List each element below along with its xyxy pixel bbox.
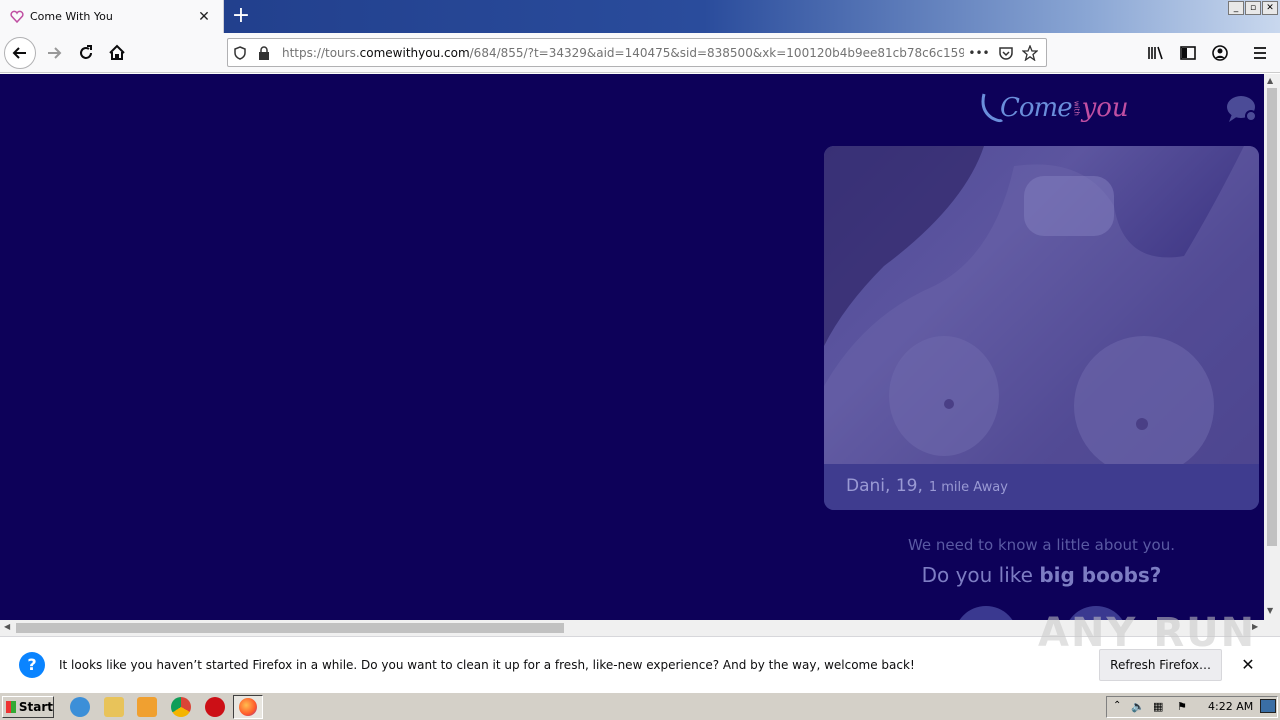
question-bold: big boobs? [1039, 563, 1162, 587]
volume-icon[interactable]: 🔈 [1131, 700, 1145, 713]
url-domain: comewithyou.com [359, 45, 470, 60]
reload-button[interactable] [70, 37, 102, 69]
restore-window-button[interactable]: ▫ [1245, 1, 1261, 15]
account-icon [1212, 45, 1228, 61]
profile-card[interactable]: Dani, 19, 1 mile Away [824, 146, 1259, 510]
scroll-down-arrow-icon[interactable]: ▼ [1267, 606, 1273, 615]
firefox-taskbar-button[interactable] [233, 695, 263, 719]
question-icon: ? [19, 651, 45, 678]
url-prefix: https://tours. [282, 45, 360, 60]
chrome-icon[interactable] [171, 697, 191, 717]
tab-come-with-you[interactable]: Come With You ✕ [0, 0, 224, 33]
tab-title: Come With You [30, 10, 113, 23]
sidebar-icon [1180, 46, 1196, 60]
profile-distance: 1 mile Away [928, 480, 1008, 495]
home-button[interactable] [101, 37, 133, 69]
profile-info: Dani, 19, 1 mile Away [824, 464, 1259, 510]
new-tab-button[interactable]: + [228, 4, 254, 30]
library-button[interactable] [1140, 37, 1172, 69]
taskbar-clock[interactable]: 4:22 AM [1208, 700, 1253, 713]
reload-icon [80, 45, 92, 59]
hamburger-menu-icon [1254, 47, 1266, 59]
forward-arrow-icon [48, 47, 62, 59]
url-text[interactable]: https://tours.comewithyou.com/684/855/?t… [282, 46, 964, 60]
profile-photo [824, 146, 1259, 476]
back-arrow-icon [12, 47, 26, 59]
scroll-up-arrow-icon[interactable]: ▲ [1267, 76, 1273, 85]
horizontal-scroll-thumb[interactable] [16, 623, 564, 633]
page-content: Come with you Dani, 19, 1 mile Away We n… [0, 74, 1264, 620]
heart-favicon-icon [10, 10, 24, 24]
tracking-shield-icon[interactable] [228, 41, 252, 65]
notification-text: It looks like you haven’t started Firefo… [59, 657, 915, 672]
vertical-scroll-thumb[interactable] [1267, 88, 1277, 546]
chat-icon[interactable] [1226, 94, 1258, 124]
forward-button[interactable] [38, 37, 70, 69]
firefox-icon [239, 698, 257, 716]
start-label: Start [18, 700, 53, 714]
windows-taskbar: Start ⌃ 🔈 ▦ ⚑ 4:22 AM [0, 692, 1280, 720]
file-explorer-icon[interactable] [104, 697, 124, 717]
show-desktop-icon[interactable] [1260, 699, 1276, 713]
url-path: /684/855/?t=34329&aid=140475&sid=838500&… [469, 45, 964, 60]
tab-strip: Come With You ✕ + _ ▫ ✕ [0, 0, 1280, 33]
windows-flag-icon [6, 701, 16, 713]
sidebar-button[interactable] [1172, 37, 1204, 69]
question-prefix: Do you like [921, 563, 1040, 587]
opera-icon[interactable] [205, 697, 225, 717]
action-center-flag-icon[interactable]: ⚑ [1177, 700, 1187, 713]
question-text: Do you like big boobs? [824, 563, 1259, 587]
anyrun-watermark: ANY RUN [1038, 610, 1257, 656]
account-button[interactable] [1204, 37, 1236, 69]
question-subtitle: We need to know a little about you. [907, 536, 1176, 554]
tab-close-icon[interactable]: ✕ [195, 9, 213, 25]
logo-text-come: Come [1000, 93, 1073, 123]
media-player-icon[interactable] [137, 697, 157, 717]
minimize-window-button[interactable]: _ [1228, 1, 1244, 15]
bookmark-star-icon[interactable] [1018, 41, 1042, 65]
close-window-button[interactable]: ✕ [1262, 1, 1278, 15]
internet-explorer-icon[interactable] [70, 697, 90, 717]
network-icon[interactable]: ▦ [1153, 700, 1163, 713]
start-button[interactable]: Start [2, 696, 54, 718]
lock-icon[interactable] [252, 41, 276, 65]
tray-expand-icon[interactable]: ⌃ [1113, 700, 1121, 711]
page-actions-icon[interactable]: ••• [964, 41, 994, 65]
notification-close-icon[interactable]: ✕ [1240, 655, 1256, 674]
url-bar[interactable]: https://tours.comewithyou.com/684/855/?t… [227, 38, 1047, 67]
back-button[interactable] [4, 37, 36, 69]
profile-photo-illustration [824, 146, 1259, 476]
home-icon [109, 44, 125, 60]
profile-name: Dani, 19, [846, 476, 923, 496]
scroll-left-arrow-icon[interactable]: ◀ [4, 622, 10, 631]
library-icon [1148, 46, 1163, 60]
logo-text-you: you [1081, 93, 1129, 123]
answer-no-button[interactable] [954, 606, 1018, 620]
pocket-icon[interactable] [994, 41, 1018, 65]
site-logo[interactable]: Come with you [980, 88, 1129, 128]
vertical-scrollbar[interactable]: ▲ ▼ [1264, 74, 1280, 620]
navigation-toolbar: https://tours.comewithyou.com/684/855/?t… [0, 33, 1280, 73]
logo-text-with: with [1072, 100, 1081, 116]
menu-button[interactable] [1244, 37, 1276, 69]
